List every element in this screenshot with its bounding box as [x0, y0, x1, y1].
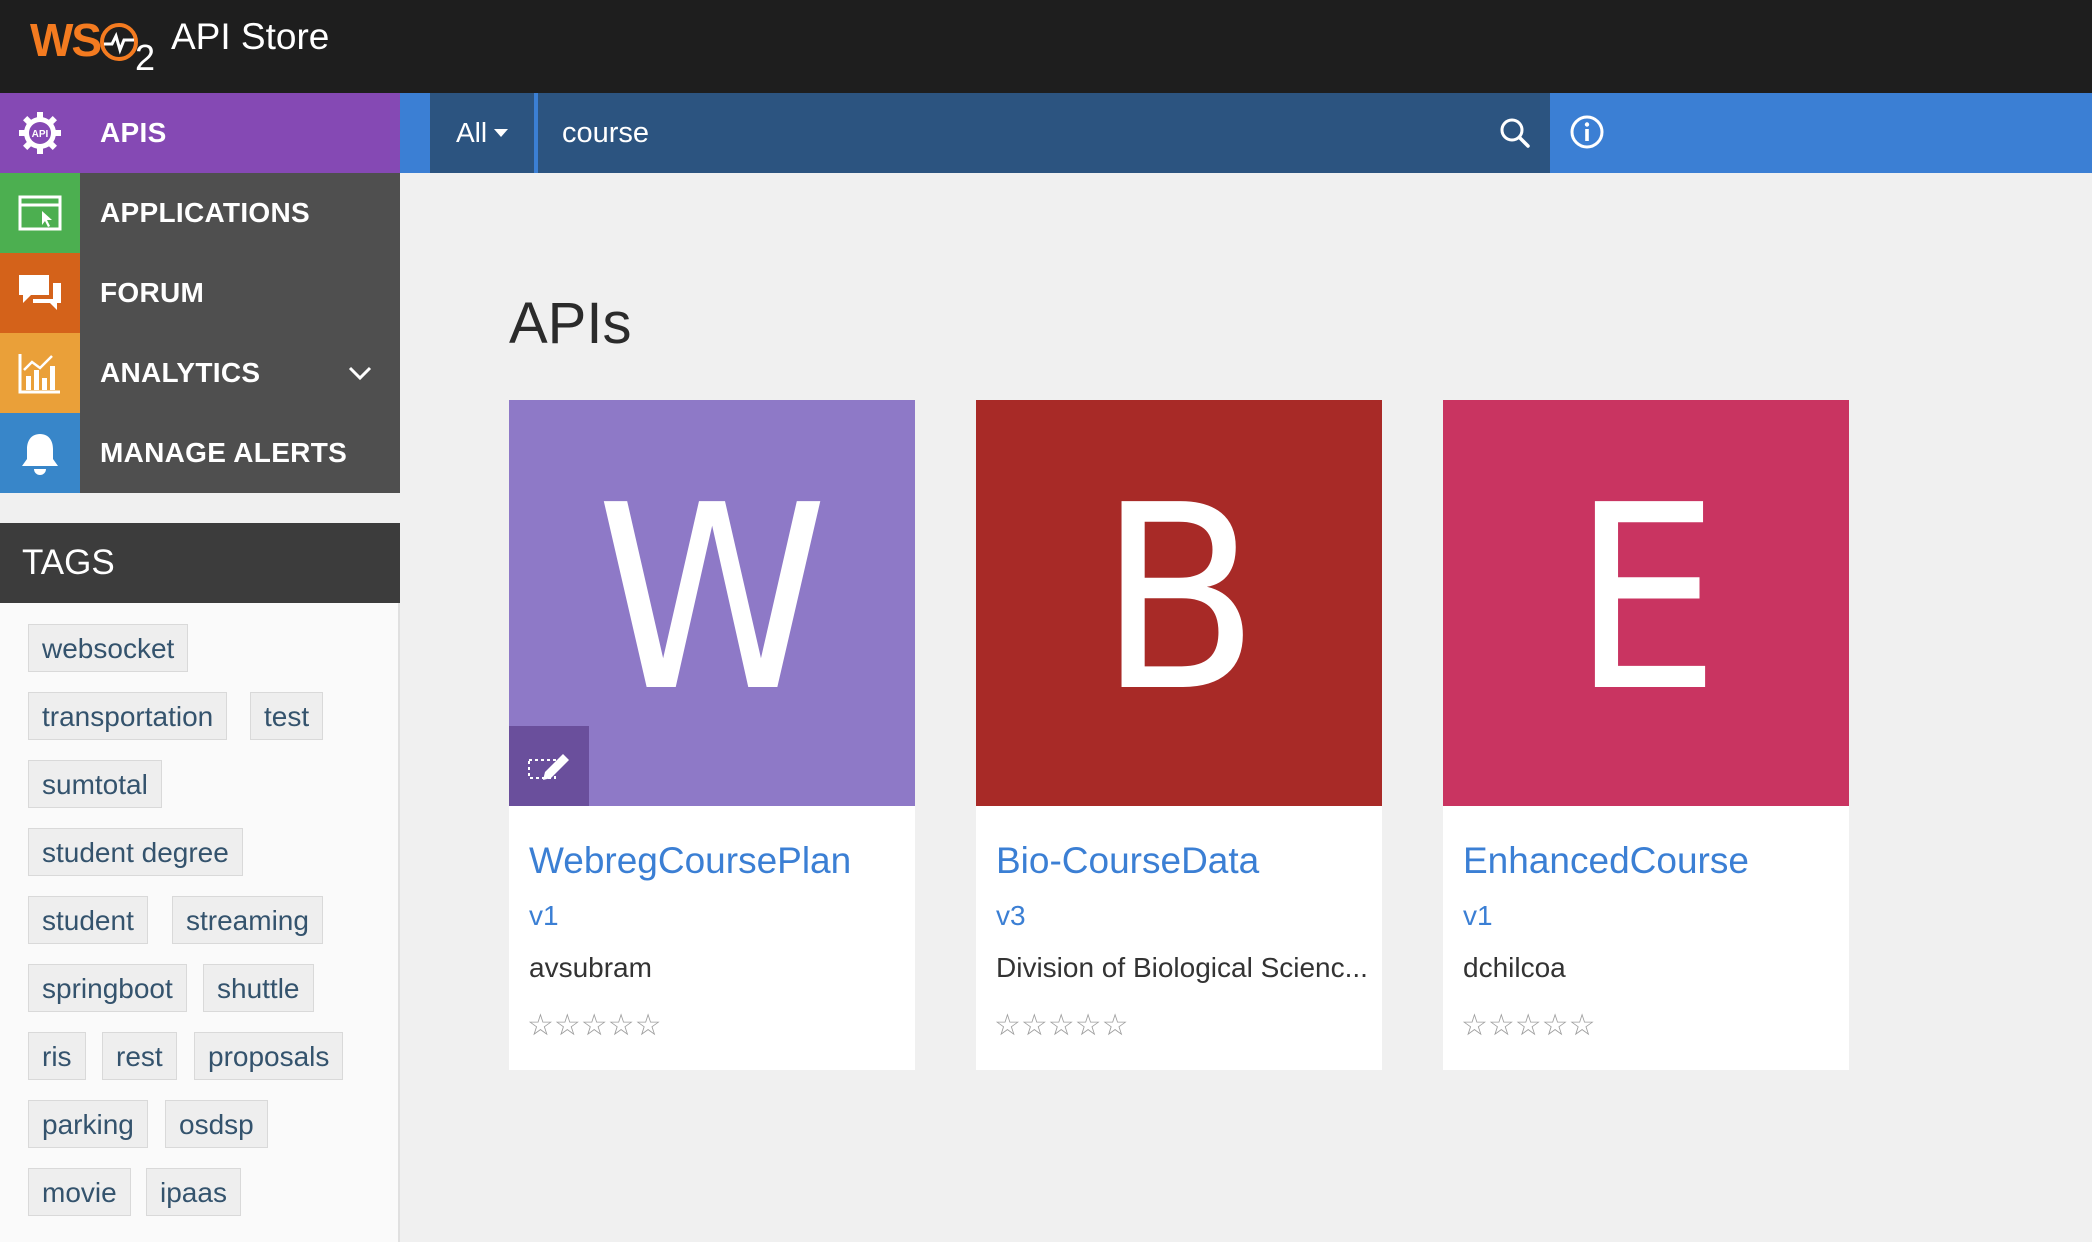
tag-movie[interactable]: movie	[28, 1168, 131, 1216]
tag-ris[interactable]: ris	[28, 1032, 86, 1080]
sidebar-item-forum[interactable]: FORUM	[0, 253, 400, 333]
search-scope-label: All	[456, 117, 488, 148]
api-owner: dchilcoa	[1463, 952, 1566, 983]
tag-streaming[interactable]: streaming	[172, 896, 323, 944]
bell-icon	[0, 413, 80, 493]
api-version: v3	[996, 900, 1026, 931]
tag-sumtotal[interactable]: sumtotal	[28, 760, 162, 808]
star-rating[interactable]: ☆☆☆☆☆	[994, 1008, 1128, 1043]
tag-student[interactable]: student	[28, 896, 148, 944]
top-bar: WS 2 API Store	[0, 0, 2092, 93]
tags-header: TAGS	[0, 523, 400, 603]
sidebar-item-applications[interactable]: APPLICATIONS	[0, 173, 400, 253]
tag-transportation[interactable]: transportation	[28, 692, 228, 740]
api-thumbnail-letter: W	[596, 451, 828, 748]
api-card[interactable]: B Bio-CourseData v3 Division of Biologic…	[976, 400, 1382, 1070]
info-icon	[1570, 115, 1604, 149]
sidebar-item-label: MANAGE ALERTS	[100, 437, 348, 468]
info-button[interactable]	[1565, 110, 1609, 154]
edit-pencil-icon	[528, 754, 569, 780]
search-button[interactable]	[1480, 93, 1550, 173]
tag-rest[interactable]: rest	[102, 1032, 177, 1080]
api-version: v1	[529, 900, 559, 931]
api-name-link[interactable]: EnhancedCourse	[1463, 840, 1749, 882]
tag-proposals[interactable]: proposals	[194, 1032, 344, 1080]
api-name-link[interactable]: Bio-CourseData	[996, 840, 1259, 882]
api-owner: Division of Biological Scienc...	[996, 952, 1368, 983]
api-name-link[interactable]: WebregCoursePlan	[529, 840, 851, 882]
sidebar: API APIS APPLICATIONS FORUM ANALYTICS MA…	[0, 93, 400, 1242]
api-card[interactable]: E EnhancedCourse v1 dchilcoa ☆☆☆☆☆	[1443, 400, 1849, 1070]
sidebar-item-label: APIS	[100, 117, 167, 148]
page-title: APIs	[509, 290, 632, 356]
application-window-icon	[0, 173, 80, 253]
api-thumbnail[interactable]: W	[509, 400, 915, 806]
sidebar-item-label: APPLICATIONS	[100, 197, 310, 228]
app-title: API Store	[171, 16, 330, 57]
sidebar-item-label: FORUM	[100, 277, 205, 308]
star-rating[interactable]: ☆☆☆☆☆	[527, 1008, 661, 1043]
search-scope-dropdown[interactable]: All	[430, 93, 534, 173]
tag-cloud: websocket transportation test sumtotal s…	[0, 603, 400, 1242]
tag-websocket[interactable]: websocket	[28, 624, 189, 672]
tag-ipaas[interactable]: ipaas	[146, 1168, 241, 1216]
edit-api-button[interactable]	[509, 726, 589, 806]
caret-down-icon	[494, 129, 508, 137]
api-card[interactable]: W WebregCoursePlan v1 avsubram ☆☆☆☆☆	[509, 400, 915, 1070]
sidebar-item-analytics[interactable]: ANALYTICS	[0, 333, 400, 413]
tag-springboot[interactable]: springboot	[28, 964, 187, 1012]
sidebar-item-apis[interactable]: API APIS	[0, 93, 400, 173]
tag-osdsp[interactable]: osdsp	[165, 1100, 268, 1148]
svg-text:API: API	[32, 129, 49, 140]
bar-chart-icon	[0, 333, 80, 413]
api-gear-icon: API	[0, 93, 80, 173]
search-icon	[1500, 118, 1530, 148]
star-rating[interactable]: ☆☆☆☆☆	[1461, 1008, 1595, 1043]
wso2-logo[interactable]: WS 2	[30, 12, 160, 72]
sidebar-item-label: ANALYTICS	[100, 357, 261, 388]
tag-shuttle[interactable]: shuttle	[203, 964, 314, 1012]
tag-parking[interactable]: parking	[28, 1100, 148, 1148]
api-thumbnail[interactable]: B	[976, 400, 1382, 806]
api-thumbnail[interactable]: E	[1443, 400, 1849, 806]
tags-title: TAGS	[22, 543, 115, 582]
chat-bubbles-icon	[0, 253, 80, 333]
svg-text:2: 2	[135, 37, 155, 72]
api-owner: avsubram	[529, 952, 652, 983]
tag-student-degree[interactable]: student degree	[28, 828, 243, 876]
sidebar-item-manage-alerts[interactable]: MANAGE ALERTS	[0, 413, 400, 493]
chevron-down-icon[interactable]	[346, 359, 374, 387]
api-thumbnail-letter: B	[1098, 451, 1260, 748]
tag-test[interactable]: test	[250, 692, 324, 740]
api-version: v1	[1463, 900, 1493, 931]
api-thumbnail-letter: E	[1571, 451, 1721, 748]
logo-text: WS	[30, 14, 100, 66]
search-input[interactable]	[538, 93, 1550, 173]
